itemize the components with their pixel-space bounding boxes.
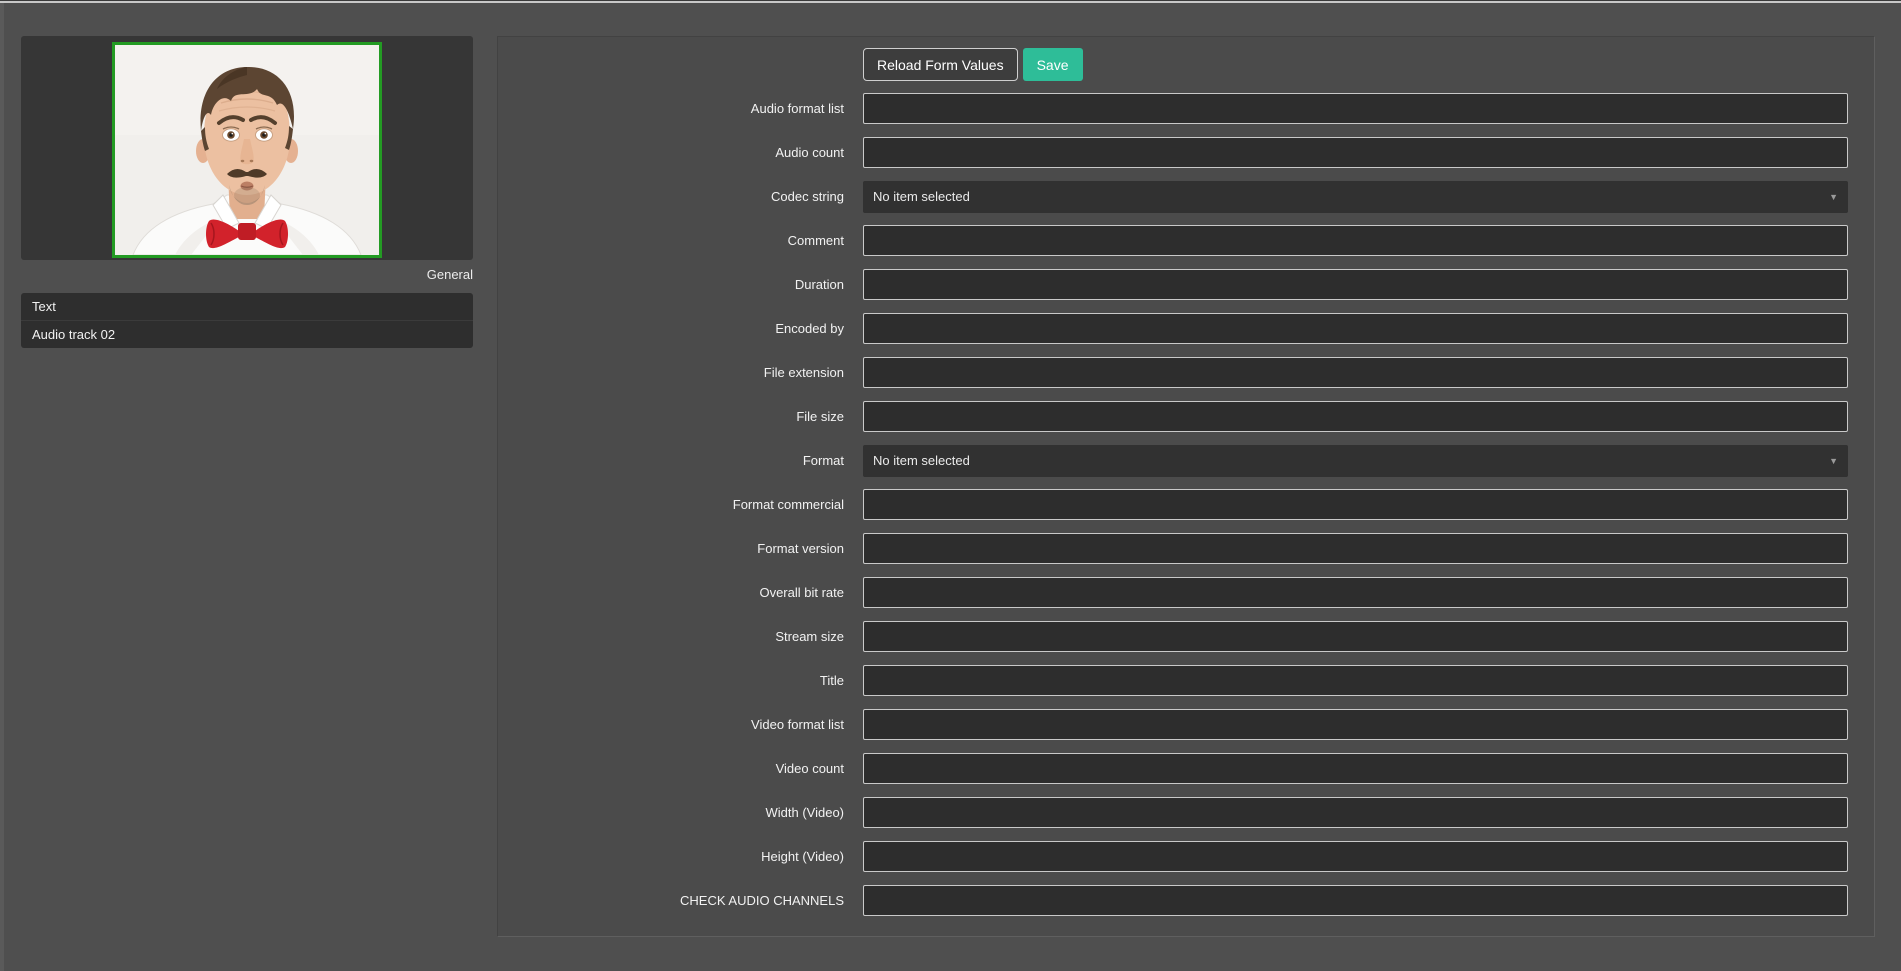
form-row: Overall bit rate bbox=[498, 577, 1848, 608]
section-label-general: General bbox=[21, 267, 473, 282]
select-value: No item selected bbox=[863, 189, 970, 204]
field-input[interactable] bbox=[863, 621, 1848, 652]
form-row: CHECK AUDIO CHANNELS bbox=[498, 885, 1848, 916]
form-row: Codec string No item selected ▼ bbox=[498, 181, 1848, 212]
field-input[interactable] bbox=[863, 225, 1848, 256]
field-label: CHECK AUDIO CHANNELS bbox=[498, 893, 844, 908]
field-input[interactable] bbox=[863, 841, 1848, 872]
field-label: Video count bbox=[498, 761, 844, 776]
field-input[interactable] bbox=[863, 313, 1848, 344]
field-input[interactable] bbox=[863, 269, 1848, 300]
field-input[interactable] bbox=[863, 93, 1848, 124]
field-label: Format commercial bbox=[498, 497, 844, 512]
field-label: Codec string bbox=[498, 189, 844, 204]
field-input[interactable] bbox=[863, 797, 1848, 828]
form-row: Format No item selected ▼ bbox=[498, 445, 1848, 476]
field-input[interactable] bbox=[863, 665, 1848, 696]
form-toolbar: Reload Form Values Save bbox=[863, 48, 1083, 81]
chevron-down-icon: ▼ bbox=[1829, 192, 1838, 202]
metadata-form-panel: Reload Form Values Save Audio format lis… bbox=[497, 36, 1875, 937]
field-input[interactable] bbox=[863, 489, 1848, 520]
thumbnail-panel bbox=[21, 36, 473, 260]
field-label: Audio format list bbox=[498, 101, 844, 116]
field-label: Width (Video) bbox=[498, 805, 844, 820]
field-label: File size bbox=[498, 409, 844, 424]
track-item-text[interactable]: Text bbox=[21, 293, 473, 320]
portrait-image bbox=[115, 45, 379, 255]
field-input[interactable] bbox=[863, 357, 1848, 388]
form-row: Height (Video) bbox=[498, 841, 1848, 872]
field-input[interactable] bbox=[863, 753, 1848, 784]
save-button[interactable]: Save bbox=[1023, 48, 1083, 81]
form-row: Audio format list bbox=[498, 93, 1848, 124]
form-row: Width (Video) bbox=[498, 797, 1848, 828]
reload-form-values-button[interactable]: Reload Form Values bbox=[863, 48, 1018, 81]
form-row: File size bbox=[498, 401, 1848, 432]
window-top-edge bbox=[0, 0, 1901, 3]
field-label: Comment bbox=[498, 233, 844, 248]
field-label: Audio count bbox=[498, 145, 844, 160]
form-row: Video format list bbox=[498, 709, 1848, 740]
form-row: Comment bbox=[498, 225, 1848, 256]
track-item-audio-02[interactable]: Audio track 02 bbox=[21, 320, 473, 348]
form-row: Video count bbox=[498, 753, 1848, 784]
field-label: Format bbox=[498, 453, 844, 468]
field-select[interactable]: No item selected ▼ bbox=[863, 181, 1848, 213]
field-select[interactable]: No item selected ▼ bbox=[863, 445, 1848, 477]
form-row: File extension bbox=[498, 357, 1848, 388]
form-row: Stream size bbox=[498, 621, 1848, 652]
field-label: Video format list bbox=[498, 717, 844, 732]
field-label: Format version bbox=[498, 541, 844, 556]
window-left-edge bbox=[0, 3, 4, 971]
field-input[interactable] bbox=[863, 885, 1848, 916]
field-input[interactable] bbox=[863, 533, 1848, 564]
form-row: Format version bbox=[498, 533, 1848, 564]
form-rows: Audio format list Audio count Codec string… bbox=[498, 93, 1848, 929]
field-label: File extension bbox=[498, 365, 844, 380]
field-label: Title bbox=[498, 673, 844, 688]
form-row: Title bbox=[498, 665, 1848, 696]
field-input[interactable] bbox=[863, 137, 1848, 168]
form-row: Duration bbox=[498, 269, 1848, 300]
field-input[interactable] bbox=[863, 577, 1848, 608]
form-row: Format commercial bbox=[498, 489, 1848, 520]
field-label: Overall bit rate bbox=[498, 585, 844, 600]
field-label: Height (Video) bbox=[498, 849, 844, 864]
form-row: Encoded by bbox=[498, 313, 1848, 344]
select-value: No item selected bbox=[863, 453, 970, 468]
field-label: Duration bbox=[498, 277, 844, 292]
chevron-down-icon: ▼ bbox=[1829, 456, 1838, 466]
video-thumbnail[interactable] bbox=[112, 42, 382, 258]
field-input[interactable] bbox=[863, 709, 1848, 740]
field-label: Encoded by bbox=[498, 321, 844, 336]
track-list: Text Audio track 02 bbox=[21, 293, 473, 348]
field-input[interactable] bbox=[863, 401, 1848, 432]
field-label: Stream size bbox=[498, 629, 844, 644]
form-row: Audio count bbox=[498, 137, 1848, 168]
